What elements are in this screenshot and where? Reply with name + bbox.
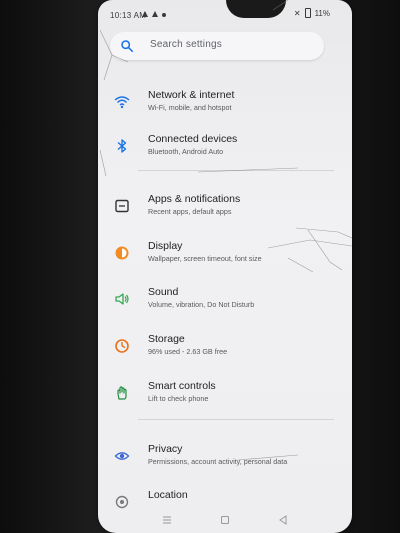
camera-notch — [226, 0, 286, 18]
settings-item-title: Connected devices — [148, 133, 238, 145]
bluetooth-icon — [117, 139, 127, 153]
back-nav-icon[interactable] — [278, 515, 288, 525]
section-divider — [138, 170, 334, 171]
nav-bar — [98, 508, 352, 532]
storage-icon — [115, 339, 129, 353]
menu-nav-icon[interactable] — [162, 515, 172, 525]
search-icon — [121, 40, 134, 53]
wifi-icon — [114, 96, 130, 109]
settings-item-subtitle: Bluetooth, Android Auto — [148, 147, 224, 156]
phone-photo: 10:13 AM ✕ 11% Search settings Network &… — [0, 0, 400, 533]
settings-item-subtitle: Recent apps, default apps — [148, 207, 232, 216]
settings-item-privacy[interactable]: Privacy Permissions, account activity, p… — [98, 440, 352, 480]
battery-icon — [304, 8, 311, 18]
home-nav-icon[interactable] — [220, 515, 230, 525]
settings-item-storage[interactable]: Storage 96% used - 2.63 GB free — [98, 330, 352, 370]
settings-item-title: Storage — [148, 333, 185, 345]
notification-triangle-icon — [142, 11, 148, 17]
settings-item-subtitle: 96% used - 2.63 GB free — [148, 347, 228, 356]
settings-item-sound[interactable]: Sound Volume, vibration, Do Not Disturb — [98, 283, 352, 323]
settings-item-title: Privacy — [148, 443, 183, 455]
settings-item-subtitle: Wi-Fi, mobile, and hotspot — [148, 103, 232, 112]
notification-triangle-icon — [152, 11, 158, 17]
apps-icon — [115, 199, 129, 213]
notification-dot-icon — [162, 13, 166, 17]
battery-percent: 11% — [314, 8, 330, 18]
settings-item-subtitle: Volume, vibration, Do Not Disturb — [148, 300, 255, 309]
status-time: 10:13 AM — [110, 11, 147, 20]
settings-item-connected-devices[interactable]: Connected devices Bluetooth, Android Aut… — [98, 130, 352, 170]
settings-item-display[interactable]: Display Wallpaper, screen timeout, font … — [98, 237, 352, 277]
settings-item-title: Sound — [148, 286, 179, 298]
settings-item-subtitle: Permissions, account activity, personal … — [148, 457, 288, 466]
settings-item-title: Network & internet — [148, 89, 235, 101]
settings-item-title: Apps & notifications — [148, 193, 241, 205]
settings-item-smart-controls[interactable]: Smart controls Lift to check phone — [98, 377, 352, 417]
search-input[interactable]: Search settings — [150, 39, 222, 50]
status-right-icons: ✕ 11% — [294, 8, 330, 18]
privacy-icon — [114, 452, 130, 460]
settings-item-network[interactable]: Network & internet Wi-Fi, mobile, and ho… — [98, 86, 352, 126]
settings-item-title: Smart controls — [148, 380, 216, 392]
settings-item-title: Location — [148, 489, 188, 501]
notification-icons — [142, 11, 166, 17]
phone-screen: 10:13 AM ✕ 11% Search settings Network &… — [98, 0, 352, 533]
status-bar: 10:13 AM ✕ 11% — [98, 0, 352, 24]
search-bar[interactable]: Search settings — [110, 32, 324, 60]
volume-icon — [115, 293, 129, 305]
settings-item-title: Display — [148, 240, 183, 252]
display-icon — [115, 246, 129, 260]
hand-icon — [117, 386, 127, 400]
settings-item-subtitle: Lift to check phone — [148, 394, 209, 403]
section-divider — [138, 419, 334, 420]
settings-item-apps[interactable]: Apps & notifications Recent apps, defaul… — [98, 190, 352, 230]
settings-item-subtitle: Wallpaper, screen timeout, font size — [148, 254, 262, 263]
mute-icon: ✕ — [293, 8, 301, 18]
